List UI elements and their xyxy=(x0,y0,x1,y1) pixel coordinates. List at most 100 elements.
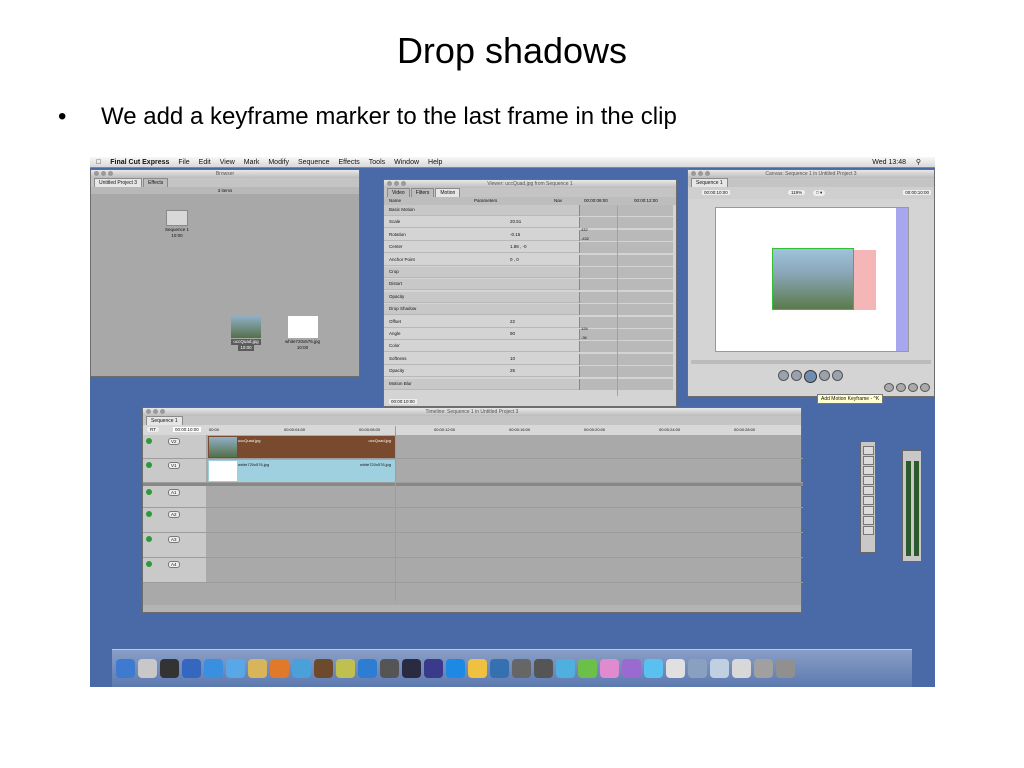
dock-app-icon[interactable] xyxy=(138,659,157,678)
keyframe-graph[interactable] xyxy=(579,242,673,254)
tab-motion[interactable]: Motion xyxy=(435,188,461,197)
track-label[interactable]: A3 xyxy=(168,536,180,543)
param-row[interactable]: Center 1.88 , -0 xyxy=(384,242,673,254)
timeline-playhead[interactable] xyxy=(395,426,396,601)
menu-edit[interactable]: Edit xyxy=(199,159,211,166)
track-visibility-icon[interactable] xyxy=(146,489,152,495)
param-row[interactable]: Color xyxy=(384,341,673,353)
spotlight-icon[interactable]: ⚲ xyxy=(916,158,921,166)
dock-app-icon[interactable] xyxy=(402,659,421,678)
dock-app-icon[interactable] xyxy=(710,659,729,678)
keyframe-graph[interactable] xyxy=(579,254,673,266)
keyframe-graph[interactable] xyxy=(579,341,673,353)
timeline-clip[interactable]: white720x576.jpg white720x576.jpg xyxy=(208,460,395,482)
dock-app-icon[interactable] xyxy=(248,659,267,678)
keyframe-graph[interactable] xyxy=(579,267,673,278)
keyframe-graph[interactable] xyxy=(579,316,673,328)
keyframe-graph[interactable] xyxy=(579,291,673,303)
param-value[interactable]: 0 , 0 xyxy=(510,257,519,262)
param-row[interactable]: Angle 90 xyxy=(384,329,673,340)
param-value[interactable]: 90 xyxy=(510,331,515,336)
param-value[interactable]: 20.51 xyxy=(510,219,521,224)
track-label[interactable]: V1 xyxy=(168,462,180,469)
menu-sequence[interactable]: Sequence xyxy=(298,159,330,166)
param-row[interactable]: Drop Shadow xyxy=(384,304,673,316)
next-edit-button[interactable] xyxy=(819,370,830,381)
close-icon[interactable] xyxy=(94,171,99,176)
clip-uccquad[interactable]: uccQuad.jpg 10:00 xyxy=(231,316,261,351)
pen-tool-icon[interactable] xyxy=(862,526,874,535)
keyframe-graph[interactable] xyxy=(579,378,673,390)
dock-app-icon[interactable] xyxy=(600,659,619,678)
keyframe-graph[interactable] xyxy=(579,229,673,241)
param-value[interactable]: -0.15 xyxy=(510,232,520,237)
param-row[interactable]: Opacity 25 xyxy=(384,366,673,378)
menu-clock[interactable]: Wed 13:48 xyxy=(872,159,906,166)
keyframe-graph[interactable] xyxy=(579,353,673,365)
timeline-ruler[interactable]: RT 00:00:10:00 00:00 00:00:04:00 00:00:08:… xyxy=(143,425,801,435)
zoom-icon[interactable] xyxy=(108,171,113,176)
close-icon[interactable] xyxy=(146,409,151,414)
dock-app-icon[interactable] xyxy=(490,659,509,678)
zoom-select[interactable]: 119% xyxy=(788,190,806,195)
keyframe-graph[interactable] xyxy=(579,329,673,340)
dock-app-icon[interactable] xyxy=(732,659,751,678)
play-in-out-button[interactable] xyxy=(778,370,789,381)
track-label[interactable]: A1 xyxy=(168,489,180,496)
track-visibility-icon[interactable] xyxy=(146,462,152,468)
dock-app-icon[interactable] xyxy=(512,659,531,678)
track-label[interactable]: A2 xyxy=(168,511,180,518)
canvas-scrubber[interactable] xyxy=(691,360,931,364)
track-visibility-icon[interactable] xyxy=(146,536,152,542)
track-a4[interactable]: A4 xyxy=(143,558,803,583)
minimize-icon[interactable] xyxy=(394,181,399,186)
menu-window[interactable]: Window xyxy=(394,159,419,166)
param-row[interactable]: Scale 20.51 xyxy=(384,217,673,229)
track-visibility-icon[interactable] xyxy=(146,438,152,444)
menu-tools[interactable]: Tools xyxy=(369,159,385,166)
keyframe-graph[interactable] xyxy=(579,304,673,316)
dock-app-icon[interactable] xyxy=(270,659,289,678)
dock-app-icon[interactable] xyxy=(160,659,179,678)
track-select-tool-icon[interactable] xyxy=(862,466,874,475)
track-a3[interactable]: A3 xyxy=(143,533,803,558)
param-row[interactable]: Motion Blur xyxy=(384,378,673,390)
clip-image-preview[interactable] xyxy=(772,248,854,310)
rt-menu[interactable]: RT xyxy=(147,427,159,432)
keyframe-graph[interactable] xyxy=(579,205,673,216)
param-row[interactable]: Basic Motion xyxy=(384,205,673,216)
dock-app-icon[interactable] xyxy=(534,659,553,678)
slip-tool-icon[interactable] xyxy=(862,486,874,495)
razor-tool-icon[interactable] xyxy=(862,496,874,505)
minimize-icon[interactable] xyxy=(101,171,106,176)
menu-help[interactable]: Help xyxy=(428,159,442,166)
view-select[interactable]: □ ▾ xyxy=(813,190,826,196)
dock-app-icon[interactable] xyxy=(644,659,663,678)
menu-app-name[interactable]: Final Cut Express xyxy=(110,159,169,166)
zoom-tool-icon[interactable] xyxy=(862,506,874,515)
dock-app-icon[interactable] xyxy=(226,659,245,678)
tab-sequence-1[interactable]: Sequence 1 xyxy=(691,178,728,187)
dock-app-icon[interactable] xyxy=(116,659,135,678)
menu-view[interactable]: View xyxy=(220,159,235,166)
dock-app-icon[interactable] xyxy=(424,659,443,678)
dock-app-icon[interactable] xyxy=(688,659,707,678)
param-row[interactable]: Opacity xyxy=(384,291,673,303)
keyframe-graph[interactable] xyxy=(579,217,673,229)
play-around-button[interactable] xyxy=(832,370,843,381)
track-v1[interactable]: V1 white720x576.jpg white720x576.jpg xyxy=(143,459,803,483)
roll-tool-icon[interactable] xyxy=(862,476,874,485)
menu-mark[interactable]: Mark xyxy=(244,159,260,166)
keyframe-graph[interactable] xyxy=(579,279,673,291)
tab-video[interactable]: Video xyxy=(387,188,410,197)
prev-edit-button[interactable] xyxy=(791,370,802,381)
timeline-timecode[interactable]: 00:00:10:00 xyxy=(173,427,201,432)
param-value[interactable]: 22 xyxy=(510,319,515,324)
track-label[interactable]: V2 xyxy=(168,438,180,445)
param-row[interactable]: Softness 10 xyxy=(384,353,673,365)
track-label[interactable]: A4 xyxy=(168,561,180,568)
dock-app-icon[interactable] xyxy=(292,659,311,678)
apple-icon[interactable]:  xyxy=(96,159,101,166)
menu-effects[interactable]: Effects xyxy=(339,159,360,166)
mark-in-button[interactable] xyxy=(884,383,894,392)
